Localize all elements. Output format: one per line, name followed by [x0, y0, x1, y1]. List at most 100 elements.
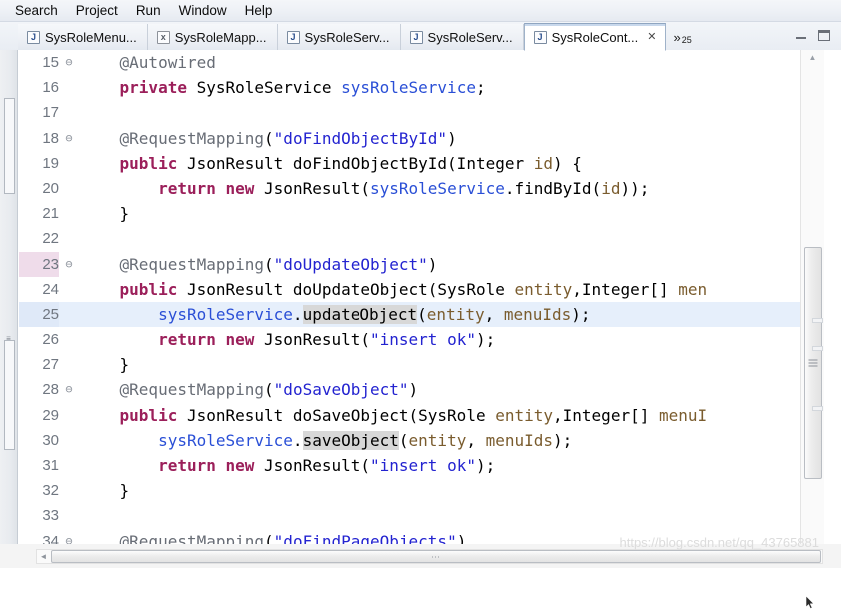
- fold-collapse-icon[interactable]: ⊖: [63, 50, 75, 75]
- code-line-text: public JsonResult doUpdateObject(SysRole…: [81, 277, 708, 302]
- code-line[interactable]: 33: [19, 503, 800, 528]
- code-editor[interactable]: ≡ 15 ⊖ @Autowired 16 private SysRoleServic…: [0, 50, 841, 610]
- code-line[interactable]: 23 ⊖ @RequestMapping("doUpdateObject"): [19, 251, 800, 277]
- code-line[interactable]: 27 }: [19, 352, 800, 377]
- code-token: id: [533, 153, 554, 173]
- menu-item-help[interactable]: Help: [236, 2, 282, 19]
- tab-overflow-count: 25: [681, 35, 692, 45]
- vertical-scrollbar-thumb[interactable]: [804, 247, 822, 479]
- overview-ruler-mark[interactable]: [812, 346, 823, 351]
- editor-tab-label: SysRoleMenu...: [45, 29, 137, 45]
- code-token: JsonResult(: [254, 456, 370, 475]
- menu-item-window[interactable]: Window: [170, 2, 236, 19]
- close-icon[interactable]: ✕: [647, 31, 656, 43]
- chevron-double-right-icon: »: [673, 29, 681, 45]
- vertical-scrollbar[interactable]: ▲: [800, 50, 824, 546]
- code-line-text: public JsonResult doFindObjectById(Integ…: [81, 151, 582, 176]
- minimize-icon[interactable]: [795, 30, 807, 41]
- code-token: }: [81, 204, 130, 224]
- editor-tab-sysrolemenu[interactable]: J SysRoleMenu...: [18, 24, 148, 50]
- code-line[interactable]: 15 ⊖ @Autowired: [19, 50, 800, 75]
- xml-file-icon: x: [156, 30, 170, 44]
- code-line[interactable]: 21 }: [19, 201, 800, 226]
- menu-item-project[interactable]: Project: [67, 2, 127, 19]
- code-line[interactable]: 25 sysRoleService.updateObject(entity, m…: [19, 301, 800, 328]
- code-token: ,Integer[]: [572, 279, 679, 299]
- code-line[interactable]: 28 ⊖ @RequestMapping("doSaveObject"): [19, 377, 800, 402]
- tab-overflow-button[interactable]: » 25: [666, 24, 699, 50]
- scrollbar-grip-icon: ⋯: [431, 551, 441, 561]
- scroll-up-icon[interactable]: ▲: [809, 53, 817, 62]
- code-line[interactable]: 22: [19, 226, 800, 251]
- code-token: JsonResult doUpdateObject(SysRole: [177, 279, 515, 299]
- line-number: 28: [42, 381, 59, 399]
- code-token: @RequestMapping: [119, 254, 265, 274]
- fold-collapse-icon[interactable]: ⊖: [63, 252, 75, 277]
- code-line[interactable]: 24 public JsonResult doUpdateObject(SysR…: [19, 277, 800, 302]
- workbench-left-edge: ≡: [0, 50, 18, 568]
- code-line[interactable]: 18 ⊖ @RequestMapping("doFindObjectById"): [19, 126, 800, 151]
- code-token: update: [302, 304, 361, 324]
- horizontal-scrollbar-thumb[interactable]: ⋯: [51, 550, 821, 563]
- code-token: }: [81, 481, 130, 501]
- line-number: 25: [19, 301, 59, 328]
- code-line[interactable]: 32 }: [19, 478, 800, 503]
- code-line-text: return new JsonResult("insert ok");: [81, 453, 495, 478]
- code-line-text: }: [81, 352, 130, 377]
- code-line[interactable]: 30 sysRoleService.saveObject(entity, men…: [19, 428, 800, 453]
- line-number: 26: [42, 331, 59, 349]
- code-line-text: }: [81, 478, 130, 503]
- fold-collapse-icon[interactable]: ⊖: [63, 377, 75, 402]
- code-token: ));: [620, 178, 650, 198]
- code-text-area[interactable]: 15 ⊖ @Autowired 16 private SysRoleService …: [19, 50, 800, 546]
- editor-tab-label: SysRoleCont...: [551, 29, 639, 45]
- code-token: (: [264, 254, 274, 274]
- code-line[interactable]: 17: [19, 100, 800, 125]
- view-sash-bottom[interactable]: [4, 340, 15, 450]
- overview-ruler-mark[interactable]: [812, 406, 823, 411]
- editor-tab-sysroleserviceimpl[interactable]: J SysRoleServ...: [400, 24, 524, 50]
- code-line-text: public JsonResult doSaveObject(SysRole e…: [81, 403, 708, 428]
- code-line-text: @RequestMapping("doSaveObject"): [81, 377, 419, 402]
- scrollbar-grip-icon: [808, 359, 818, 367]
- code-line[interactable]: 20 return new JsonResult(sysRoleService.…: [19, 176, 800, 201]
- code-token: return: [158, 178, 216, 198]
- code-line[interactable]: 29 public JsonResult doSaveObject(SysRol…: [19, 403, 800, 428]
- code-token: ,: [484, 304, 504, 324]
- code-token: new: [225, 330, 255, 350]
- maximize-icon[interactable]: [818, 29, 830, 41]
- code-line[interactable]: 19 public JsonResult doFindObjectById(In…: [19, 151, 800, 176]
- scroll-left-icon[interactable]: ◄: [37, 550, 50, 563]
- code-line-text: }: [81, 201, 130, 226]
- editor-tab-sysrolemapper[interactable]: x SysRoleMapp...: [147, 24, 278, 50]
- editor-tab-label: SysRoleMapp...: [174, 29, 267, 45]
- editor-tab-label: SysRoleServ...: [304, 29, 390, 45]
- view-sash-top[interactable]: [4, 98, 15, 194]
- code-token: );: [553, 430, 573, 450]
- editor-tab-sysroleservice[interactable]: J SysRoleServ...: [277, 24, 401, 50]
- fold-collapse-icon[interactable]: ⊖: [63, 126, 75, 151]
- code-line[interactable]: 31 return new JsonResult("insert ok");: [19, 453, 800, 478]
- java-file-icon: J: [533, 30, 547, 44]
- code-token: ,Integer[]: [553, 405, 659, 425]
- code-line-text: return new JsonResult(sysRoleService.fin…: [81, 176, 649, 201]
- overview-ruler-mark[interactable]: [812, 318, 823, 323]
- menu-item-run[interactable]: Run: [127, 2, 170, 19]
- editor-tab-sysrolecontroller[interactable]: J SysRoleCont... ✕: [523, 23, 667, 51]
- menu-item-search[interactable]: Search: [6, 2, 67, 19]
- horizontal-scrollbar[interactable]: ◄ ⋯: [36, 549, 823, 564]
- code-line-text: @RequestMapping("doUpdateObject"): [81, 252, 438, 277]
- code-line-text: sysRoleService.saveObject(entity, menuId…: [81, 428, 572, 453]
- line-number: 27: [42, 356, 59, 374]
- code-line[interactable]: 16 private SysRoleService sysRoleService…: [19, 75, 800, 100]
- code-line[interactable]: 26 return new JsonResult("insert ok");: [19, 327, 800, 352]
